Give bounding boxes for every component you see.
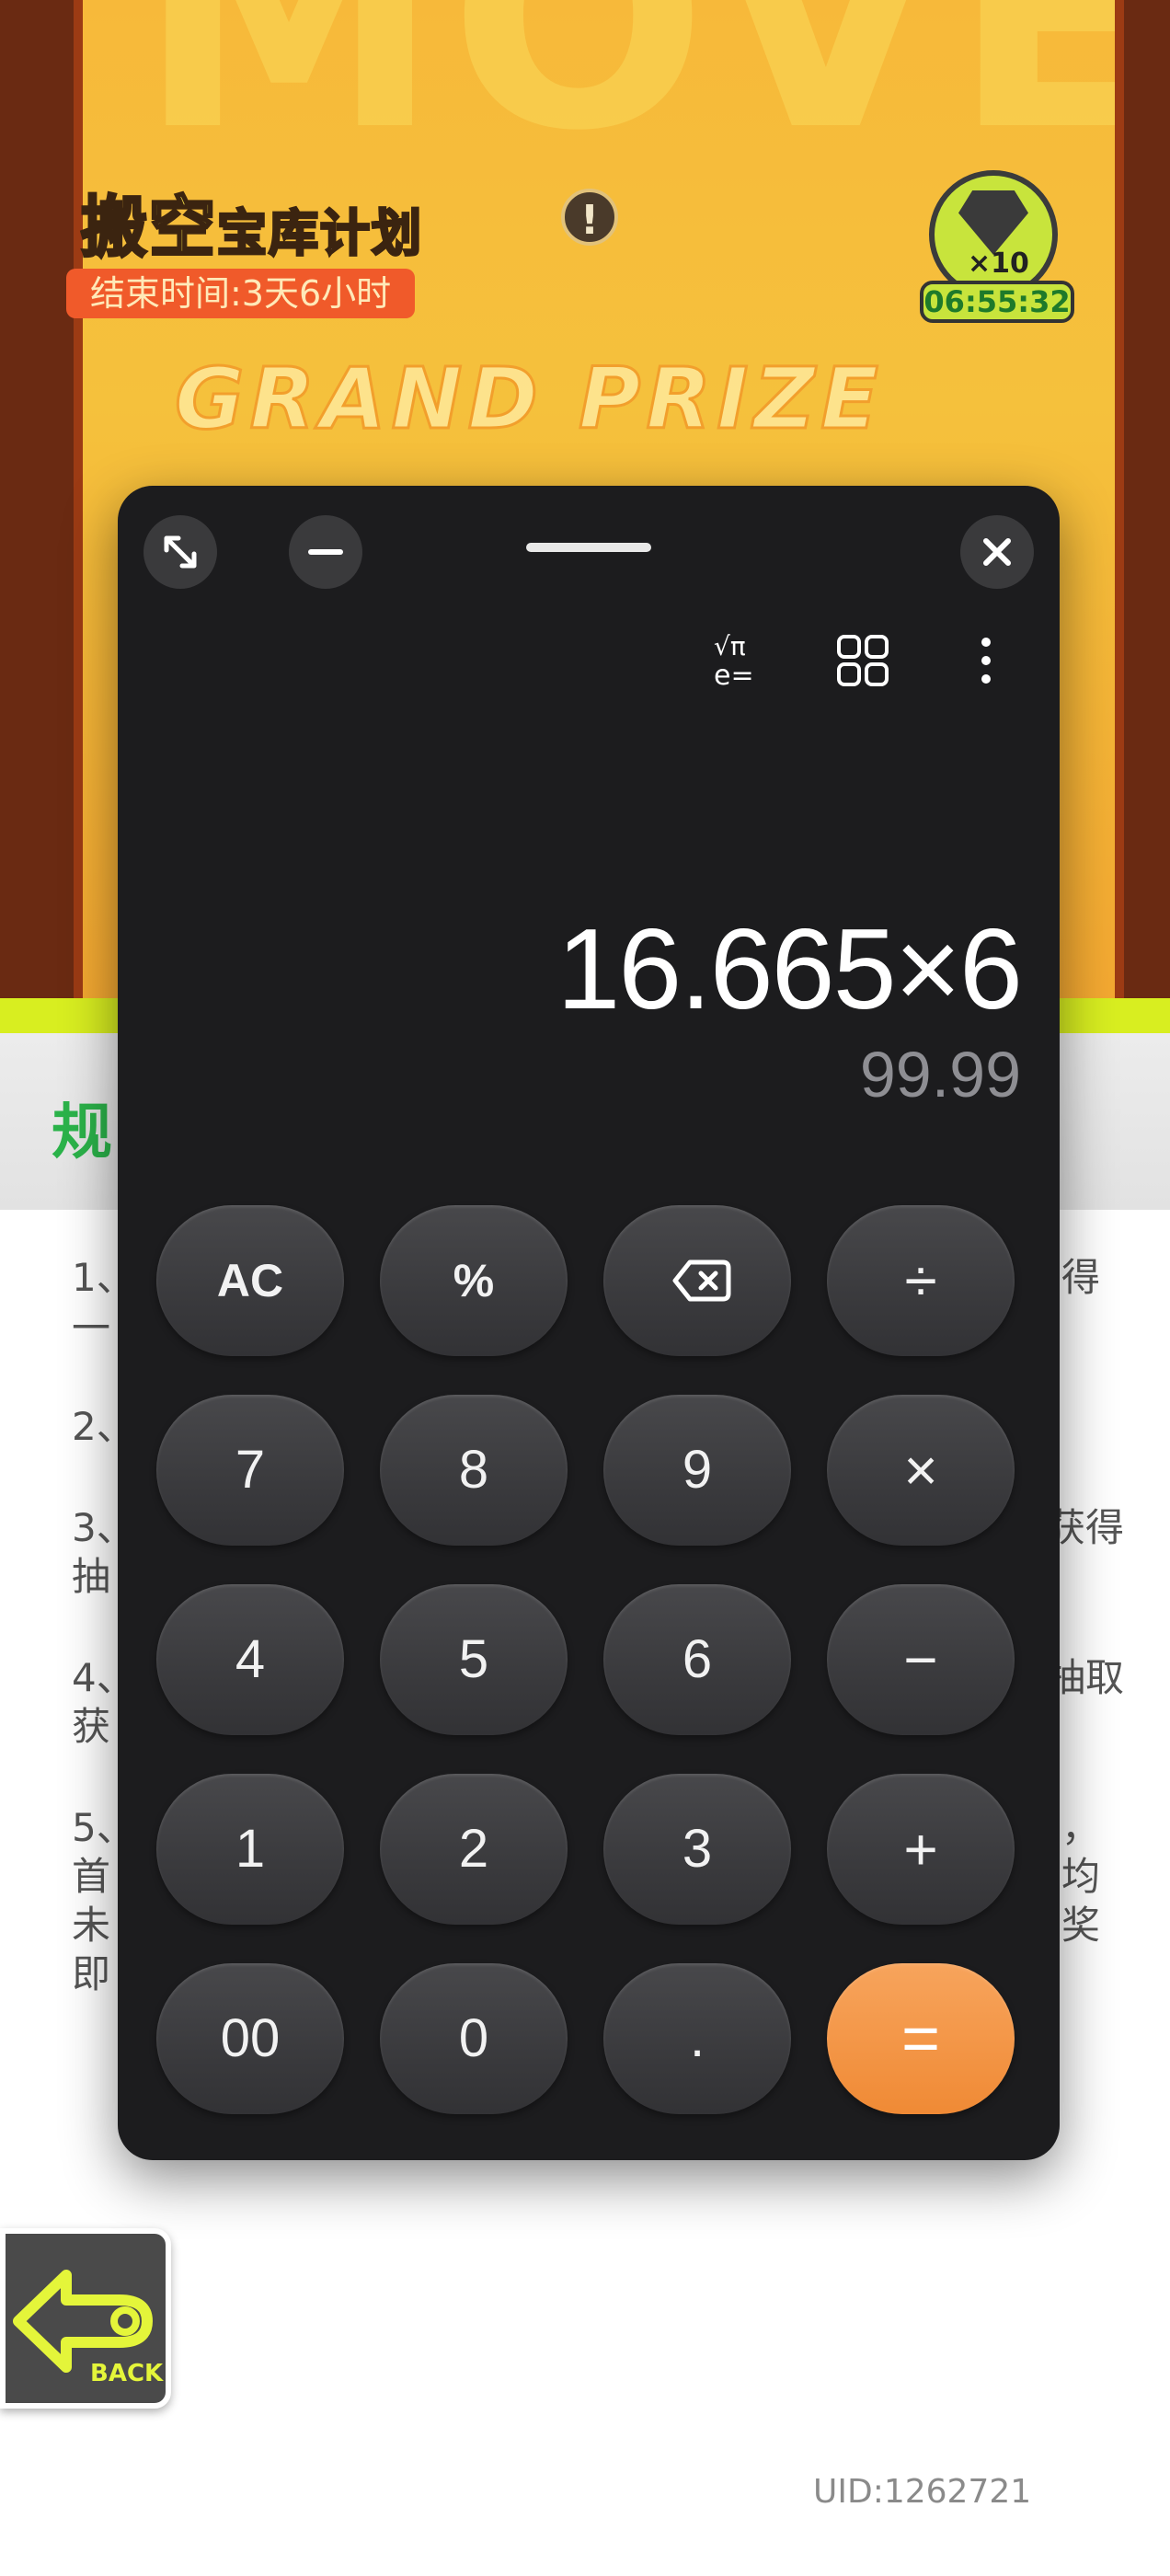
rule-3-continued: 抽	[72, 1554, 111, 1599]
drag-handle[interactable]	[526, 543, 651, 552]
expand-icon	[164, 535, 197, 569]
expand-button[interactable]	[143, 515, 217, 589]
key-2[interactable]: 2	[380, 1774, 568, 1925]
scientific-icon-top: √π	[714, 631, 746, 661]
scientific-icon-bottom: e=	[714, 660, 754, 692]
grid-icon	[837, 635, 889, 686]
minimize-icon	[308, 549, 343, 555]
key-5[interactable]: 5	[380, 1584, 568, 1735]
key-double-zero[interactable]: 00	[156, 1963, 344, 2114]
key-backspace[interactable]	[603, 1205, 791, 1356]
key-7[interactable]: 7	[156, 1395, 344, 1546]
backspace-icon	[672, 1259, 731, 1302]
result-display: 99.99	[859, 1039, 1021, 1110]
key-9[interactable]: 9	[603, 1395, 791, 1546]
key-1[interactable]: 1	[156, 1774, 344, 1925]
gem-reward[interactable]: ×10 06:55:32	[920, 170, 1074, 327]
rule-5-line-3: 未	[72, 1903, 111, 1948]
key-0[interactable]: 0	[380, 1963, 568, 2114]
more-button[interactable]	[949, 624, 1023, 697]
banner-decoration: MOVE	[138, 0, 1169, 197]
user-id: UID:1262721	[813, 2473, 1032, 2511]
grand-prize-title: GRAND PRIZE	[173, 349, 885, 450]
key-add[interactable]: +	[827, 1774, 1015, 1925]
key-decimal[interactable]: .	[603, 1963, 791, 2114]
end-time-badge: 结束时间:3天6小时	[66, 269, 416, 318]
rule-4-continued: 获	[72, 1704, 111, 1749]
rule-5-tail-3: 奖	[1061, 1903, 1101, 1948]
rule-5-continued: 首	[72, 1854, 111, 1899]
back-label: BACK	[90, 2360, 164, 2387]
close-icon	[983, 538, 1011, 566]
gem-count: ×10	[968, 247, 1029, 280]
key-4[interactable]: 4	[156, 1584, 344, 1735]
expression-display: 16.665×6	[556, 906, 1023, 1033]
rule-1-continued: 一	[72, 1305, 111, 1351]
key-divide[interactable]: ÷	[827, 1205, 1015, 1356]
event-title-main: 搬空	[79, 188, 218, 268]
rule-1-tail: 得	[1061, 1255, 1101, 1300]
scientific-mode-button[interactable]: √π e=	[703, 624, 776, 697]
key-subtract[interactable]: −	[827, 1584, 1015, 1735]
event-title: 搬空宝库计划	[79, 173, 424, 270]
more-vertical-icon	[981, 638, 991, 684]
calculator-window[interactable]: √π e= 16.665×6 99.99 AC % ÷ 7 8 9 × 4 5 …	[118, 486, 1060, 2160]
event-title-rest: 宝库计划	[216, 203, 424, 264]
key-equals[interactable]: =	[827, 1963, 1015, 2114]
rule-5-line-4: 即	[72, 1951, 111, 1996]
key-8[interactable]: 8	[380, 1395, 568, 1546]
gem-timer: 06:55:32	[920, 281, 1074, 323]
key-3[interactable]: 3	[603, 1774, 791, 1925]
key-6[interactable]: 6	[603, 1584, 791, 1735]
left-pillar	[0, 0, 83, 1012]
back-arrow-icon: BACK	[13, 2270, 164, 2387]
minimize-button[interactable]	[289, 515, 362, 589]
rule-5-tail: ，	[1061, 1805, 1101, 1850]
scientific-icon: √π e=	[714, 631, 754, 692]
grid-button[interactable]	[826, 624, 900, 697]
rule-5-tail-2: 均	[1061, 1854, 1101, 1899]
info-icon[interactable]: !	[561, 189, 618, 246]
key-percent[interactable]: %	[380, 1205, 568, 1356]
rules-title: 规	[52, 1097, 112, 1167]
back-button[interactable]: BACK	[0, 2228, 171, 2409]
close-button[interactable]	[960, 515, 1034, 589]
key-multiply[interactable]: ×	[827, 1395, 1015, 1546]
right-pillar	[1115, 0, 1170, 1012]
key-clear[interactable]: AC	[156, 1205, 344, 1356]
